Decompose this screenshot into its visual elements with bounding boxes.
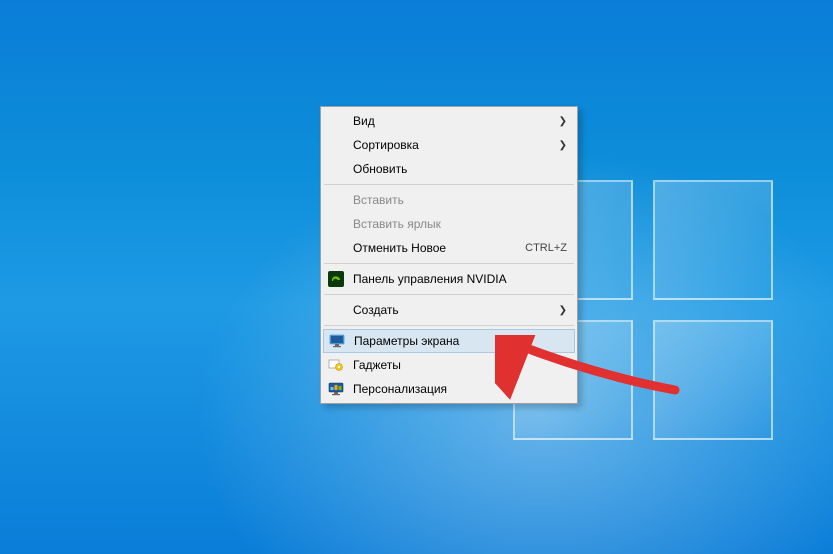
menu-label: Персонализация <box>353 382 567 396</box>
personalize-icon <box>327 380 345 398</box>
menu-label: Сортировка <box>353 138 557 152</box>
menu-label: Вставить ярлык <box>353 217 567 231</box>
blank-icon <box>327 301 345 319</box>
chevron-right-icon: ❯ <box>557 305 567 316</box>
blank-icon <box>327 239 345 257</box>
menu-separator <box>324 184 574 185</box>
blank-icon <box>327 160 345 178</box>
chevron-right-icon: ❯ <box>557 116 567 127</box>
menu-item-sort[interactable]: Сортировка ❯ <box>323 133 575 157</box>
menu-item-display-settings[interactable]: Параметры экрана <box>323 329 575 353</box>
menu-label: Гаджеты <box>353 358 567 372</box>
menu-item-new[interactable]: Создать ❯ <box>323 298 575 322</box>
blank-icon <box>327 215 345 233</box>
menu-label: Обновить <box>353 162 567 176</box>
menu-label: Создать <box>353 303 557 317</box>
menu-item-personalize[interactable]: Персонализация <box>323 377 575 401</box>
blank-icon <box>327 112 345 130</box>
menu-item-gadgets[interactable]: Гаджеты <box>323 353 575 377</box>
menu-item-view[interactable]: Вид ❯ <box>323 109 575 133</box>
menu-label: Вставить <box>353 193 567 207</box>
nvidia-icon <box>327 270 345 288</box>
menu-item-nvidia[interactable]: Панель управления NVIDIA <box>323 267 575 291</box>
monitor-icon <box>328 332 346 350</box>
menu-label: Вид <box>353 114 557 128</box>
blank-icon <box>327 191 345 209</box>
gadgets-icon <box>327 356 345 374</box>
chevron-right-icon: ❯ <box>557 140 567 151</box>
menu-shortcut: CTRL+Z <box>525 242 567 254</box>
menu-label: Панель управления NVIDIA <box>353 272 567 286</box>
desktop-context-menu: Вид ❯ Сортировка ❯ Обновить Вставить Вст… <box>320 106 578 404</box>
menu-item-undo[interactable]: Отменить Новое CTRL+Z <box>323 236 575 260</box>
menu-separator <box>324 294 574 295</box>
blank-icon <box>327 136 345 154</box>
menu-label: Параметры экрана <box>354 334 566 348</box>
menu-item-refresh[interactable]: Обновить <box>323 157 575 181</box>
menu-item-paste-shortcut: Вставить ярлык <box>323 212 575 236</box>
menu-label: Отменить Новое <box>353 241 505 255</box>
menu-separator <box>324 263 574 264</box>
menu-separator <box>324 325 574 326</box>
menu-item-paste: Вставить <box>323 188 575 212</box>
